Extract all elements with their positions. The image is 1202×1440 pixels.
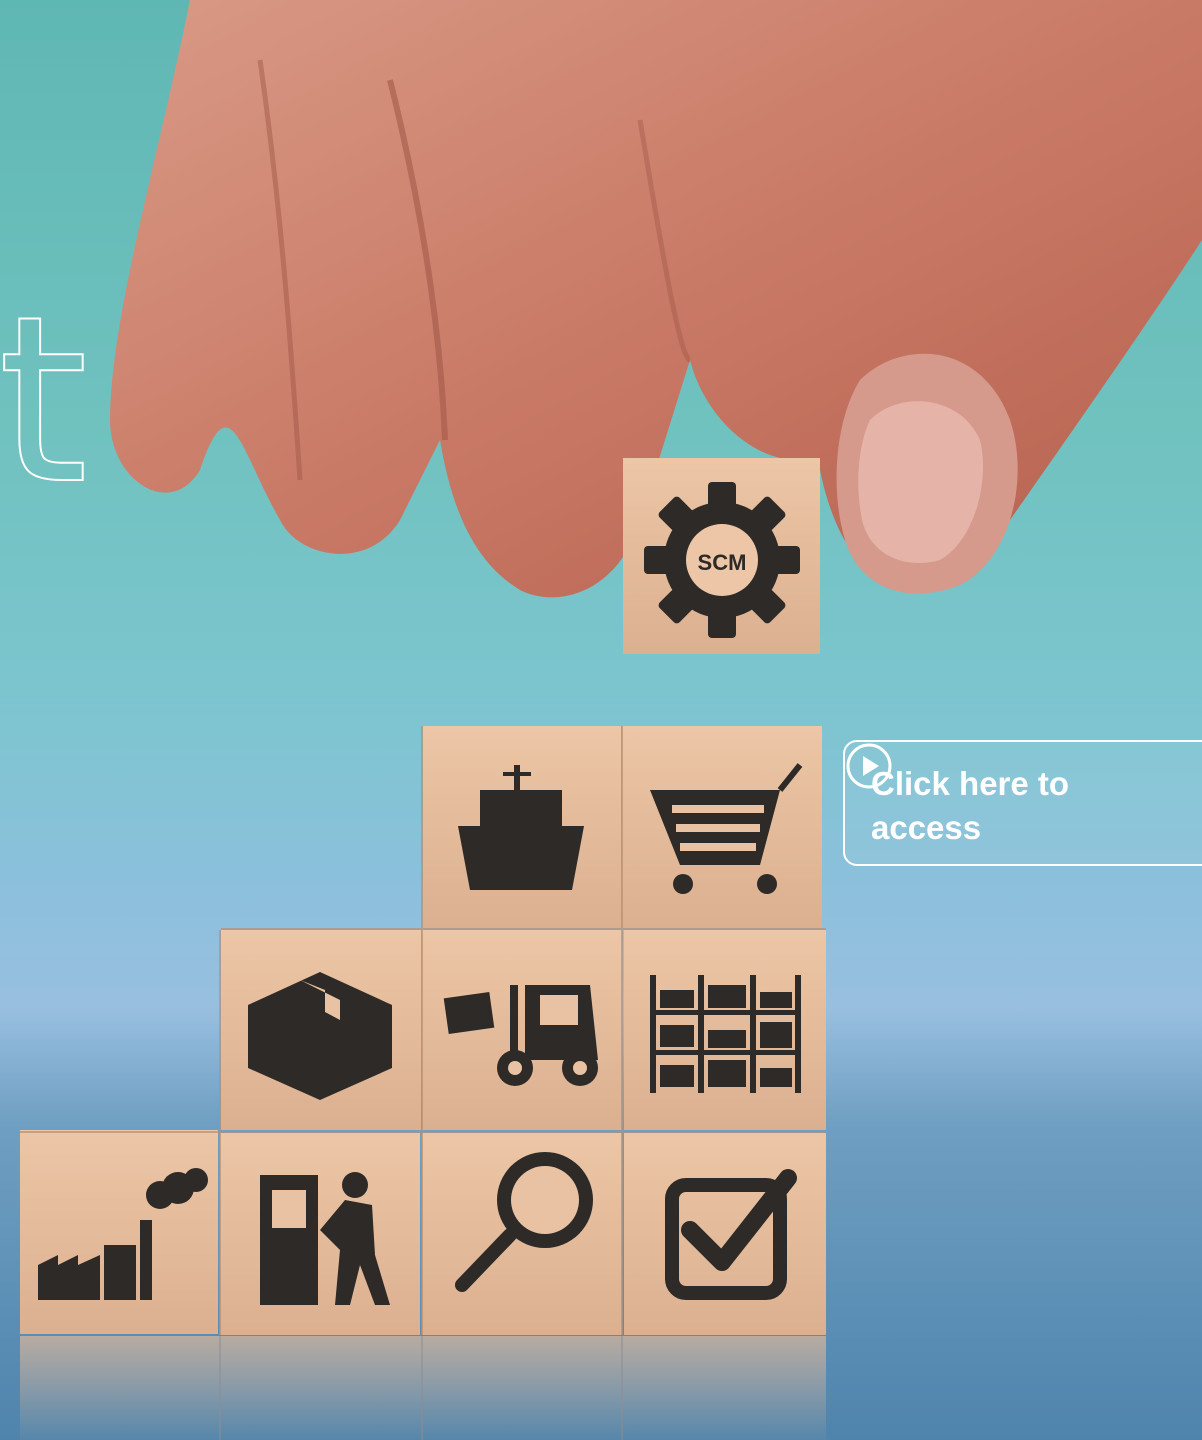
access-button-label: Click here to access <box>871 765 1070 846</box>
photo-scene: SCM t <box>0 0 1202 1440</box>
hero-title-fragment: t <box>0 268 88 535</box>
warehouse-shelves-icon <box>650 975 801 1093</box>
access-button[interactable]: Click here to access <box>843 740 1202 866</box>
block-scm: SCM <box>623 458 820 654</box>
scm-badge-text: SCM <box>698 550 747 575</box>
play-circle-icon <box>846 743 892 789</box>
hero-image: SCM t Click here to access <box>0 0 1202 1440</box>
reflection <box>20 1336 826 1440</box>
